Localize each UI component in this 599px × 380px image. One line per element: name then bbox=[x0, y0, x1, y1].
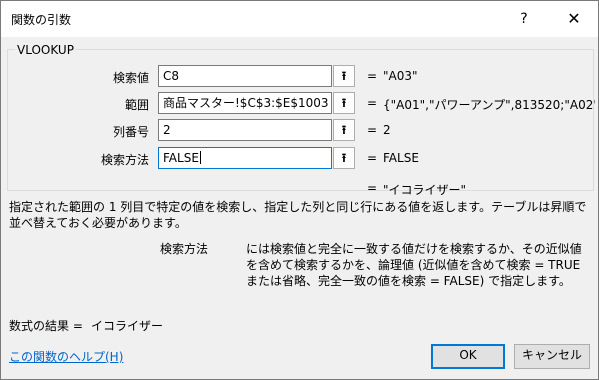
ok-button[interactable]: OK bbox=[431, 344, 505, 369]
formula-result-value: イコライザー bbox=[91, 319, 164, 333]
arg-result-table-array: {"A01","パワーアンプ",813520;"A02"," bbox=[383, 98, 595, 112]
arg-result-col-index: 2 bbox=[383, 123, 391, 137]
range-lookup-input[interactable]: FALSE bbox=[158, 147, 332, 169]
function-arguments-dialog: 関数の引数 ? ✕ VLOOKUP 検索値 C8 ⭱ = "A03" 範囲 商品… bbox=[0, 0, 599, 380]
arg-result-lookup-value: "A03" bbox=[383, 69, 418, 83]
collapse-dialog-icon[interactable]: ⭱ bbox=[333, 92, 355, 114]
window-title: 関数の引数 bbox=[11, 13, 72, 27]
equals-sign: = bbox=[367, 123, 378, 137]
equals-sign: = bbox=[367, 69, 378, 83]
collapse-dialog-icon[interactable]: ⭱ bbox=[333, 147, 355, 169]
title-bar: 関数の引数 ? ✕ bbox=[1, 1, 598, 37]
collapse-dialog-icon[interactable]: ⭱ bbox=[333, 65, 355, 87]
arg-label-table-array: 範囲 bbox=[124, 98, 149, 112]
lookup-value-input[interactable]: C8 bbox=[158, 65, 332, 87]
formula-result-label: 数式の結果 = bbox=[9, 319, 83, 333]
arg-help-name: 検索方法 bbox=[160, 242, 209, 256]
arg-label-range-lookup: 検索方法 bbox=[100, 153, 149, 167]
close-button[interactable]: ✕ bbox=[557, 6, 591, 32]
overall-equals-sign: = bbox=[367, 181, 378, 195]
col-index-input[interactable]: 2 bbox=[158, 119, 332, 141]
arg-label-lookup-value: 検索値 bbox=[112, 71, 149, 85]
equals-sign: = bbox=[367, 96, 378, 110]
help-button[interactable]: ? bbox=[509, 6, 539, 32]
equals-sign: = bbox=[367, 151, 378, 165]
function-help-link[interactable]: この関数のヘルプ(H) bbox=[9, 349, 123, 365]
arg-label-col-index: 列番号 bbox=[112, 125, 149, 139]
function-name-label: VLOOKUP bbox=[15, 43, 76, 57]
range-lookup-value: FALSE bbox=[163, 151, 199, 165]
arg-result-range-lookup: FALSE bbox=[383, 151, 419, 165]
cancel-button[interactable]: キャンセル bbox=[514, 344, 590, 369]
overall-result: "イコライザー" bbox=[383, 183, 467, 197]
collapse-dialog-icon[interactable]: ⭱ bbox=[333, 119, 355, 141]
text-cursor bbox=[199, 151, 201, 164]
arg-help-text: には検索値と完全に一致する値だけを検索するか、その近似値を含めて検索するかを、論… bbox=[246, 242, 582, 288]
table-array-input[interactable]: 商品マスター!$C$3:$E$1003 bbox=[158, 92, 332, 114]
function-description: 指定された範囲の 1 列目で特定の値を検索し、指定した列と同じ行にある値を返しま… bbox=[9, 200, 587, 230]
